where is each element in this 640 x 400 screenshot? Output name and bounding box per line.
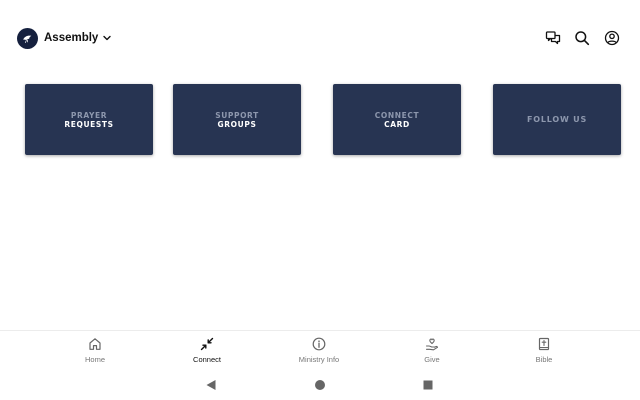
nav-label: Home (84, 355, 105, 364)
org-name: Assembly (44, 32, 99, 44)
back-triangle-icon[interactable] (203, 377, 219, 393)
nav-item-give[interactable]: Give (384, 335, 480, 369)
chevron-down-icon (102, 33, 112, 43)
card-label-line2: CARD (384, 119, 410, 129)
card-label-line1: FOLLOW US (526, 115, 588, 124)
nav-item-connect[interactable]: Connect (159, 335, 255, 369)
info-icon (310, 335, 328, 353)
give-hand-heart-icon (423, 335, 441, 353)
home-icon (86, 335, 104, 353)
nav-label: Ministry Info (298, 355, 340, 364)
bottom-navigation: Home Connect Ministry Info Give Bible (0, 330, 640, 371)
nav-item-bible[interactable]: Bible (496, 335, 592, 369)
card-label-line1: PRAYER (70, 110, 108, 120)
nav-item-home[interactable]: Home (47, 335, 143, 369)
recents-square-icon[interactable] (420, 377, 436, 393)
nav-label: Connect (193, 355, 221, 364)
support-groups-card[interactable]: SUPPORT GROUPS (173, 84, 301, 155)
follow-us-card[interactable]: FOLLOW US (493, 84, 621, 155)
nav-label: Bible (535, 355, 553, 364)
search-icon[interactable] (572, 28, 592, 48)
nav-item-ministry-info[interactable]: Ministry Info (271, 335, 367, 369)
account-circle-icon[interactable] (602, 28, 622, 48)
connect-arrows-icon (198, 335, 216, 353)
chat-bubbles-icon[interactable] (543, 28, 563, 48)
home-circle-icon[interactable] (312, 377, 328, 393)
system-navigation-bar (0, 370, 640, 400)
card-label-line1: SUPPORT (215, 110, 259, 120)
card-label-line2: REQUESTS (64, 119, 114, 129)
prayer-requests-card[interactable]: PRAYER REQUESTS (25, 84, 153, 155)
top-app-bar: Assembly (0, 0, 640, 76)
nav-label: Give (424, 355, 440, 364)
card-label-line2: GROUPS (217, 119, 257, 129)
connect-card-card[interactable]: CONNECT CARD (333, 84, 461, 155)
card-label-line1: CONNECT (374, 110, 420, 120)
bible-icon (535, 335, 553, 353)
org-switcher[interactable]: Assembly (17, 27, 112, 49)
bird-logo-icon (17, 27, 38, 49)
